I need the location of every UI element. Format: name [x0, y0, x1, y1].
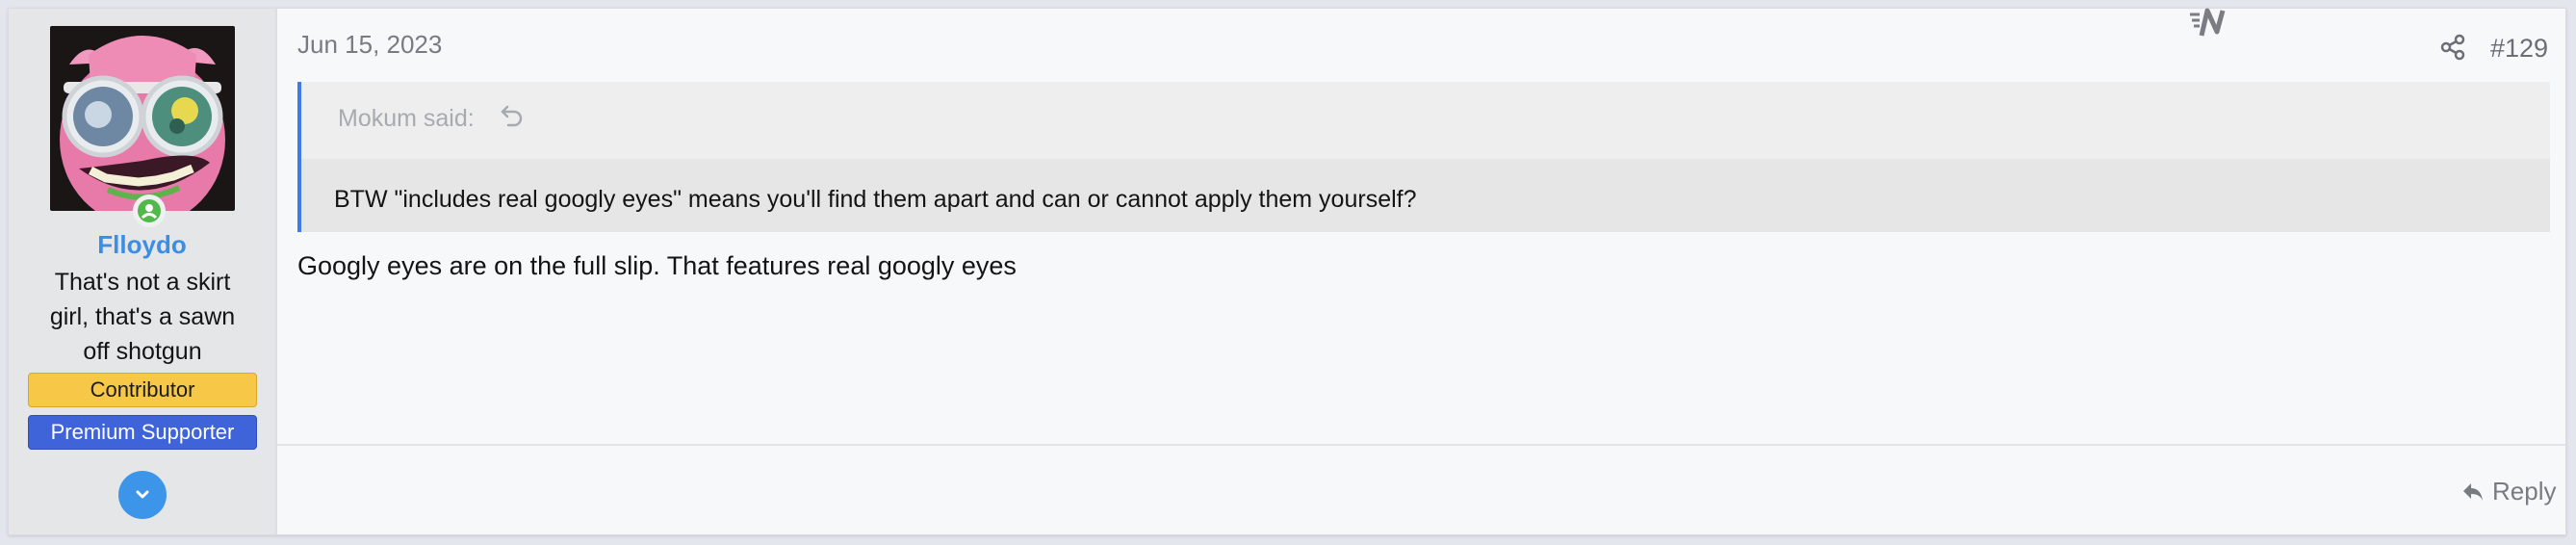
reply-button[interactable]: Reply	[2461, 477, 2556, 506]
avatar[interactable]	[50, 26, 235, 211]
post-date[interactable]: Jun 15, 2023	[297, 30, 442, 60]
expand-user-info-button[interactable]	[118, 471, 167, 519]
forum-post: Flloydo That's not a skirt girl, that's …	[8, 8, 2566, 535]
quote-header: Mokum said:	[301, 82, 2550, 159]
quote-author[interactable]: Mokum said:	[338, 105, 475, 133]
share-icon[interactable]	[2440, 34, 2467, 65]
premium-supporter-banner: Premium Supporter	[28, 415, 257, 450]
reply-icon	[2463, 482, 2483, 501]
arrow-jump-icon[interactable]	[500, 103, 525, 133]
user-sidebar: Flloydo That's not a skirt girl, that's …	[9, 9, 277, 534]
post-number-link[interactable]: #129	[2490, 34, 2548, 64]
chevron-down-icon	[136, 490, 149, 499]
user-title: That's not a skirt girl, that's a sawn o…	[49, 269, 236, 365]
quote-text: BTW "includes real googly eyes" means yo…	[334, 186, 1417, 213]
post-footer-divider	[277, 444, 2565, 446]
quote-block: Mokum said: BTW "includes real googly ey…	[297, 82, 2550, 232]
message-body: Googly eyes are on the full slip. That f…	[297, 251, 1017, 280]
reply-label: Reply	[2492, 477, 2557, 506]
n-logo-icon	[2188, 7, 2230, 44]
online-indicator-icon	[133, 195, 166, 227]
quote-body: BTW "includes real googly eyes" means yo…	[301, 159, 2550, 232]
contributor-banner: Contributor	[28, 373, 257, 407]
avatar-image	[50, 26, 235, 211]
username-link[interactable]: Flloydo	[9, 230, 275, 260]
